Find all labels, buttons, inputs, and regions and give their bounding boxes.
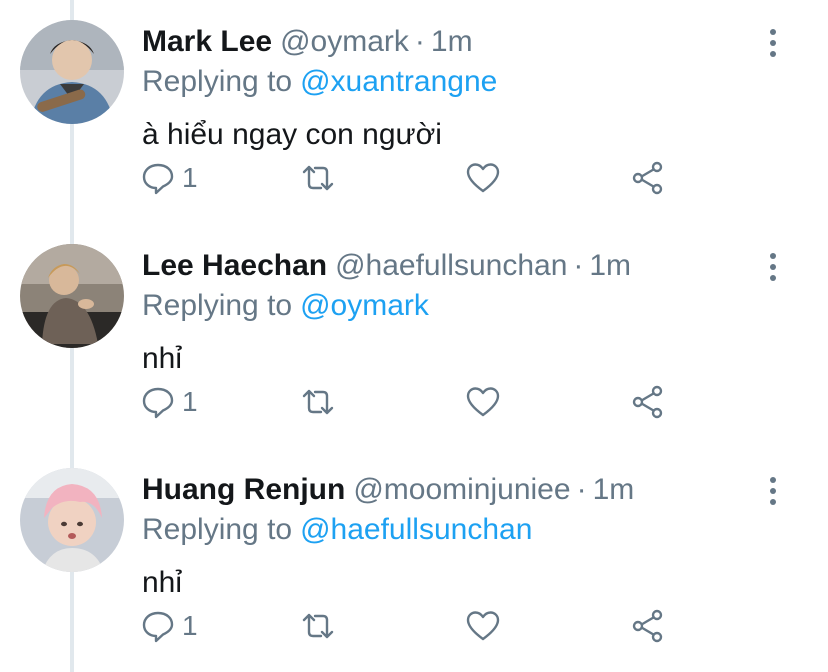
heart-icon <box>466 611 500 641</box>
heart-icon <box>466 163 500 193</box>
tweet-reply[interactable]: Lee Haechan @haefullsunchan · 1m Replying t… <box>0 224 828 448</box>
replying-to: Replying to @oymark <box>142 286 429 326</box>
timestamp[interactable]: 1m <box>589 249 631 282</box>
replying-to: Replying to @haefullsunchan <box>142 510 532 550</box>
reply-button[interactable]: 1 <box>140 378 198 426</box>
tweet-text: nhỉ <box>142 342 183 375</box>
reply-count: 1 <box>182 386 198 417</box>
mention-link[interactable]: @oymark <box>300 289 429 322</box>
tweet-header: Mark Lee @oymark · 1m <box>142 22 473 62</box>
reply-icon <box>142 163 174 195</box>
separator-dot: · <box>414 25 425 58</box>
reply-button[interactable]: 1 <box>140 602 198 650</box>
user-name[interactable]: Huang Renjun <box>142 473 345 506</box>
retweet-button[interactable] <box>300 154 336 202</box>
retweet-icon <box>302 165 334 191</box>
avatar[interactable] <box>20 20 124 124</box>
share-button[interactable] <box>630 154 666 202</box>
reply-icon <box>142 387 174 419</box>
user-name[interactable]: Mark Lee <box>142 25 272 58</box>
tweet-text: à hiểu ngay con người <box>142 118 442 151</box>
user-name[interactable]: Lee Haechan <box>142 249 327 282</box>
like-button[interactable] <box>465 378 501 426</box>
share-icon <box>632 609 663 643</box>
retweet-button[interactable] <box>300 378 336 426</box>
reply-icon <box>142 611 174 643</box>
avatar[interactable] <box>20 244 124 348</box>
share-button[interactable] <box>630 378 666 426</box>
mention-link[interactable]: @haefullsunchan <box>300 513 532 546</box>
more-options-icon[interactable] <box>758 26 788 60</box>
reply-count: 1 <box>182 610 198 641</box>
tweet-reply[interactable]: Mark Lee @oymark · 1m Replying to @xuantrang… <box>0 0 828 224</box>
like-button[interactable] <box>465 154 501 202</box>
mention-link[interactable]: @xuantrangne <box>300 65 497 98</box>
user-handle[interactable]: @oymark <box>280 25 409 58</box>
tweet-header: Huang Renjun @moominjuniee · 1m <box>142 470 634 510</box>
retweet-icon <box>302 389 334 415</box>
tweet-actions: 1 <box>140 154 680 202</box>
share-icon <box>632 385 663 419</box>
share-button[interactable] <box>630 602 666 650</box>
timestamp[interactable]: 1m <box>431 25 473 58</box>
user-handle[interactable]: @moominjuniee <box>353 473 570 506</box>
replying-label: Replying to <box>142 289 293 322</box>
tweet-reply[interactable]: Huang Renjun @moominjuniee · 1m Replying to… <box>0 448 828 672</box>
separator-dot: · <box>576 473 587 506</box>
tweet-actions: 1 <box>140 378 680 426</box>
separator-dot: · <box>573 249 584 282</box>
like-button[interactable] <box>465 602 501 650</box>
heart-icon <box>466 387 500 417</box>
replying-to: Replying to @xuantrangne <box>142 62 497 102</box>
user-handle[interactable]: @haefullsunchan <box>335 249 567 282</box>
reply-count: 1 <box>182 162 198 193</box>
share-icon <box>632 161 663 195</box>
replying-label: Replying to <box>142 513 293 546</box>
avatar[interactable] <box>20 468 124 572</box>
timestamp[interactable]: 1m <box>593 473 635 506</box>
replying-label: Replying to <box>142 65 293 98</box>
tweet-text: nhỉ <box>142 566 183 599</box>
retweet-button[interactable] <box>300 602 336 650</box>
more-options-icon[interactable] <box>758 474 788 508</box>
tweet-actions: 1 <box>140 602 680 650</box>
tweet-header: Lee Haechan @haefullsunchan · 1m <box>142 246 631 286</box>
more-options-icon[interactable] <box>758 250 788 284</box>
reply-button[interactable]: 1 <box>140 154 198 202</box>
retweet-icon <box>302 613 334 639</box>
